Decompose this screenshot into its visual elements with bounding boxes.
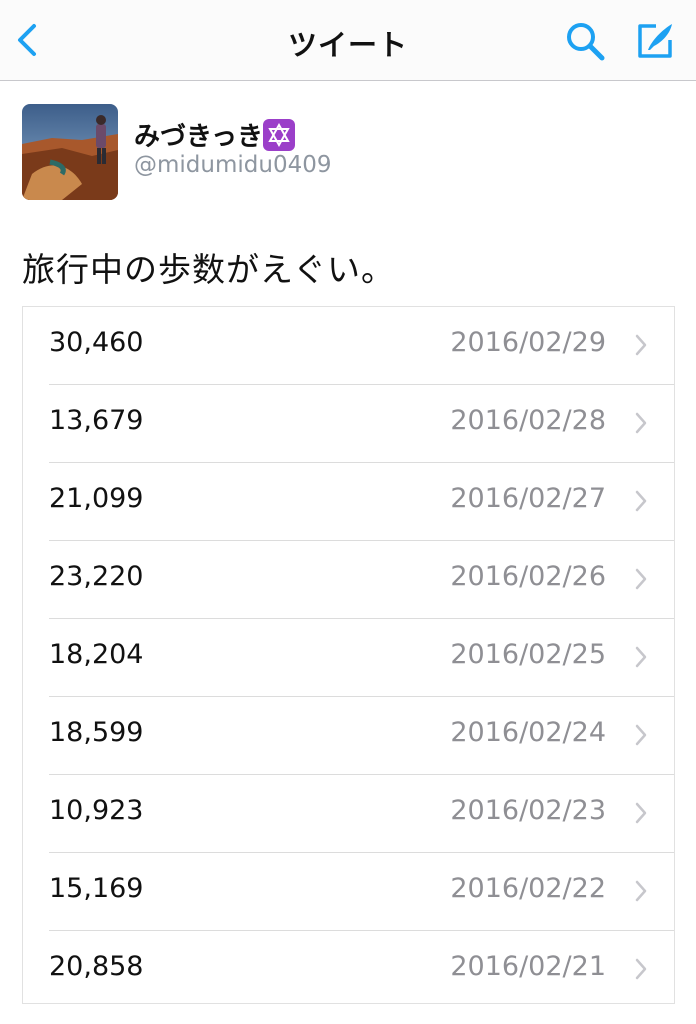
step-count: 18,204 — [49, 639, 144, 670]
row-date: 2016/02/26 — [450, 561, 606, 592]
avatar-photo — [22, 104, 118, 200]
row-date: 2016/02/22 — [450, 873, 606, 904]
step-count: 18,599 — [49, 717, 144, 748]
step-count: 23,220 — [49, 561, 144, 592]
tweet-text: 旅行中の歩数がえぐい。 — [22, 250, 396, 289]
chevron-right-icon — [635, 412, 647, 434]
table-row[interactable]: 23,220 2016/02/26 — [23, 541, 674, 619]
chevron-right-icon — [635, 802, 647, 824]
step-count: 15,169 — [49, 873, 144, 904]
table-row[interactable]: 20,858 2016/02/21 — [23, 931, 674, 1009]
chevron-right-icon — [635, 334, 647, 356]
step-count: 20,858 — [49, 951, 144, 982]
chevron-right-icon — [635, 646, 647, 668]
compose-tweet-icon — [638, 24, 672, 58]
step-count: 21,099 — [49, 483, 144, 514]
table-row[interactable]: 10,923 2016/02/23 — [23, 775, 674, 853]
table-row[interactable]: 18,204 2016/02/25 — [23, 619, 674, 697]
steps-table: 30,460 2016/02/29 13,679 2016/02/28 21,0… — [22, 306, 675, 1004]
search-icon — [567, 23, 605, 61]
table-row[interactable]: 15,169 2016/02/22 — [23, 853, 674, 931]
chevron-right-icon — [635, 568, 647, 590]
chevron-right-icon — [635, 490, 647, 512]
navigation-bar: ツイート — [0, 0, 696, 81]
row-date: 2016/02/27 — [450, 483, 606, 514]
row-date: 2016/02/25 — [450, 639, 606, 670]
row-date: 2016/02/28 — [450, 405, 606, 436]
step-count: 10,923 — [49, 795, 144, 826]
compose-button[interactable] — [634, 18, 678, 62]
author-name[interactable]: みづきっき — [134, 116, 263, 153]
star-of-david-emoji — [263, 119, 295, 151]
chevron-right-icon — [635, 724, 647, 746]
row-date: 2016/02/23 — [450, 795, 606, 826]
row-date: 2016/02/29 — [450, 327, 606, 358]
step-count: 13,679 — [49, 405, 144, 436]
chevron-right-icon — [635, 880, 647, 902]
chevron-right-icon — [635, 958, 647, 980]
table-row[interactable]: 30,460 2016/02/29 — [23, 307, 674, 385]
row-date: 2016/02/21 — [450, 951, 606, 982]
table-row[interactable]: 13,679 2016/02/28 — [23, 385, 674, 463]
step-count: 30,460 — [49, 327, 144, 358]
row-date: 2016/02/24 — [450, 717, 606, 748]
search-button[interactable] — [564, 20, 608, 62]
table-row[interactable]: 21,099 2016/02/27 — [23, 463, 674, 541]
author-handle[interactable]: @midumidu0409 — [134, 152, 331, 178]
avatar[interactable] — [22, 104, 118, 200]
table-row[interactable]: 18,599 2016/02/24 — [23, 697, 674, 775]
